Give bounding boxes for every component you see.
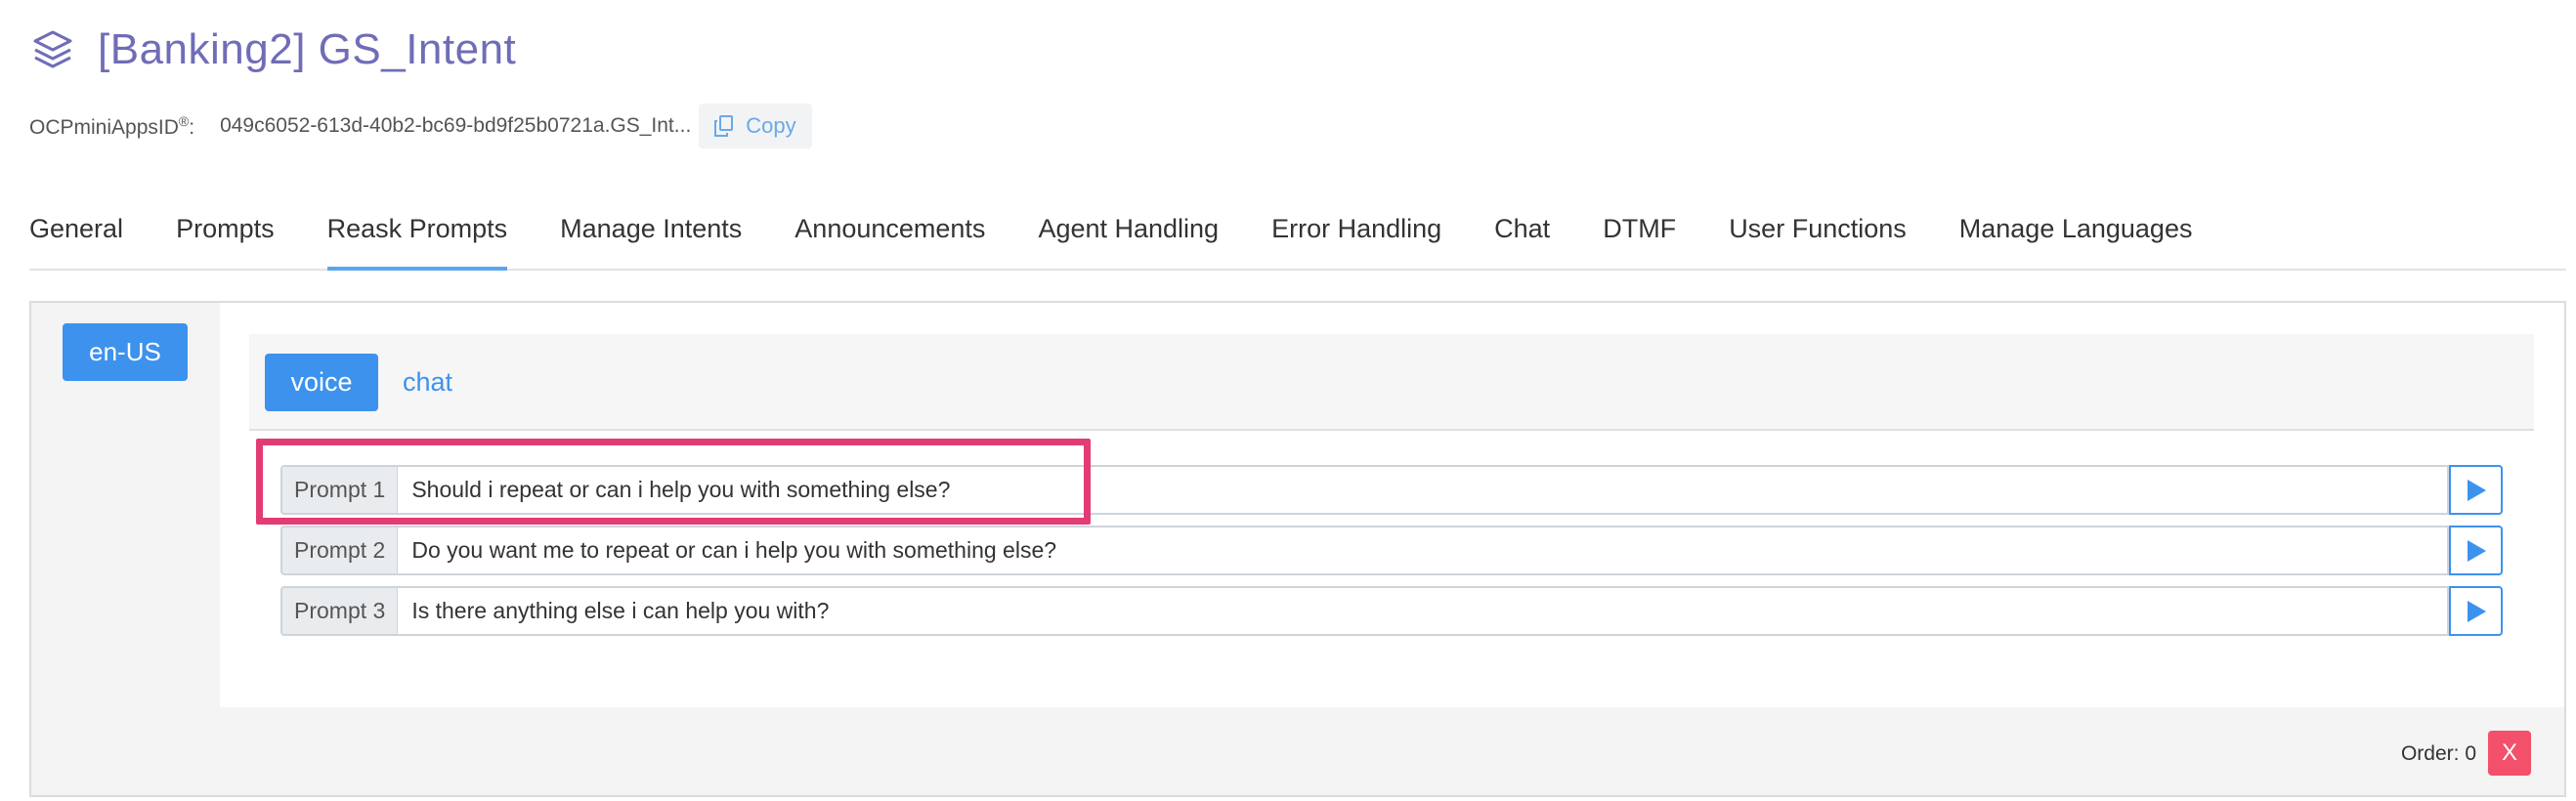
copy-button[interactable]: Copy xyxy=(699,104,812,148)
prompt-1-play-button[interactable] xyxy=(2449,465,2503,515)
channel-tabs: voice chat xyxy=(249,334,2534,431)
page-title: [Banking2] GS_Intent xyxy=(98,25,517,73)
language-column: en-US xyxy=(31,303,220,707)
tab-manage-intents[interactable]: Manage Intents xyxy=(560,200,742,269)
prompt-row-3: Prompt 3 xyxy=(280,586,2503,636)
prompt-row-2: Prompt 2 xyxy=(280,526,2503,575)
prompt-2-label: Prompt 2 xyxy=(280,526,398,575)
language-en-us-button[interactable]: en-US xyxy=(63,323,188,381)
prompt-1-label: Prompt 1 xyxy=(280,465,398,515)
copy-label: Copy xyxy=(746,113,796,138)
tab-reask-prompts[interactable]: Reask Prompts xyxy=(326,200,507,271)
prompt-3-input[interactable] xyxy=(397,586,2449,636)
prompt-2-input[interactable] xyxy=(397,526,2449,575)
prompt-1-input[interactable] xyxy=(397,465,2449,515)
chat-tab[interactable]: chat xyxy=(403,354,452,411)
order-label: Order: 0 xyxy=(2400,742,2476,765)
app-id-value: 049c6052-613d-40b2-bc69-bd9f25b0721a.GS_… xyxy=(220,114,692,137)
app-id-row: OCPminiAppsID®: 049c6052-613d-40b2-bc69-… xyxy=(29,103,812,149)
voice-tab[interactable]: voice xyxy=(265,354,378,411)
reask-prompts-panel: en-US voice chat Prompt 1 Prompt 2 Promp… xyxy=(29,301,2566,797)
tab-agent-handling[interactable]: Agent Handling xyxy=(1038,200,1219,269)
copy-icon xyxy=(714,115,734,137)
tab-error-handling[interactable]: Error Handling xyxy=(1271,200,1441,269)
play-icon xyxy=(2467,539,2486,562)
tab-announcements[interactable]: Announcements xyxy=(794,200,985,269)
prompt-2-play-button[interactable] xyxy=(2449,526,2503,575)
tab-bar: General Prompts Reask Prompts Manage Int… xyxy=(29,200,2566,271)
tab-chat[interactable]: Chat xyxy=(1494,200,1550,269)
tab-user-functions[interactable]: User Functions xyxy=(1729,200,1907,269)
tab-dtmf[interactable]: DTMF xyxy=(1603,200,1676,269)
remove-button[interactable]: X xyxy=(2488,731,2531,776)
layers-icon xyxy=(29,26,76,73)
page-header: [Banking2] GS_Intent xyxy=(29,25,516,74)
tab-general[interactable]: General xyxy=(29,200,123,269)
tab-prompts[interactable]: Prompts xyxy=(176,200,275,269)
prompt-row-1: Prompt 1 xyxy=(280,465,2503,515)
prompt-3-label: Prompt 3 xyxy=(280,586,398,636)
prompt-3-play-button[interactable] xyxy=(2449,586,2503,636)
play-icon xyxy=(2467,600,2486,622)
tab-manage-languages[interactable]: Manage Languages xyxy=(1959,200,2193,269)
app-id-label: OCPminiAppsID®: xyxy=(29,112,195,139)
play-icon xyxy=(2467,479,2486,501)
prompt-content: voice chat Prompt 1 Prompt 2 Prompt 3 xyxy=(220,303,2564,707)
